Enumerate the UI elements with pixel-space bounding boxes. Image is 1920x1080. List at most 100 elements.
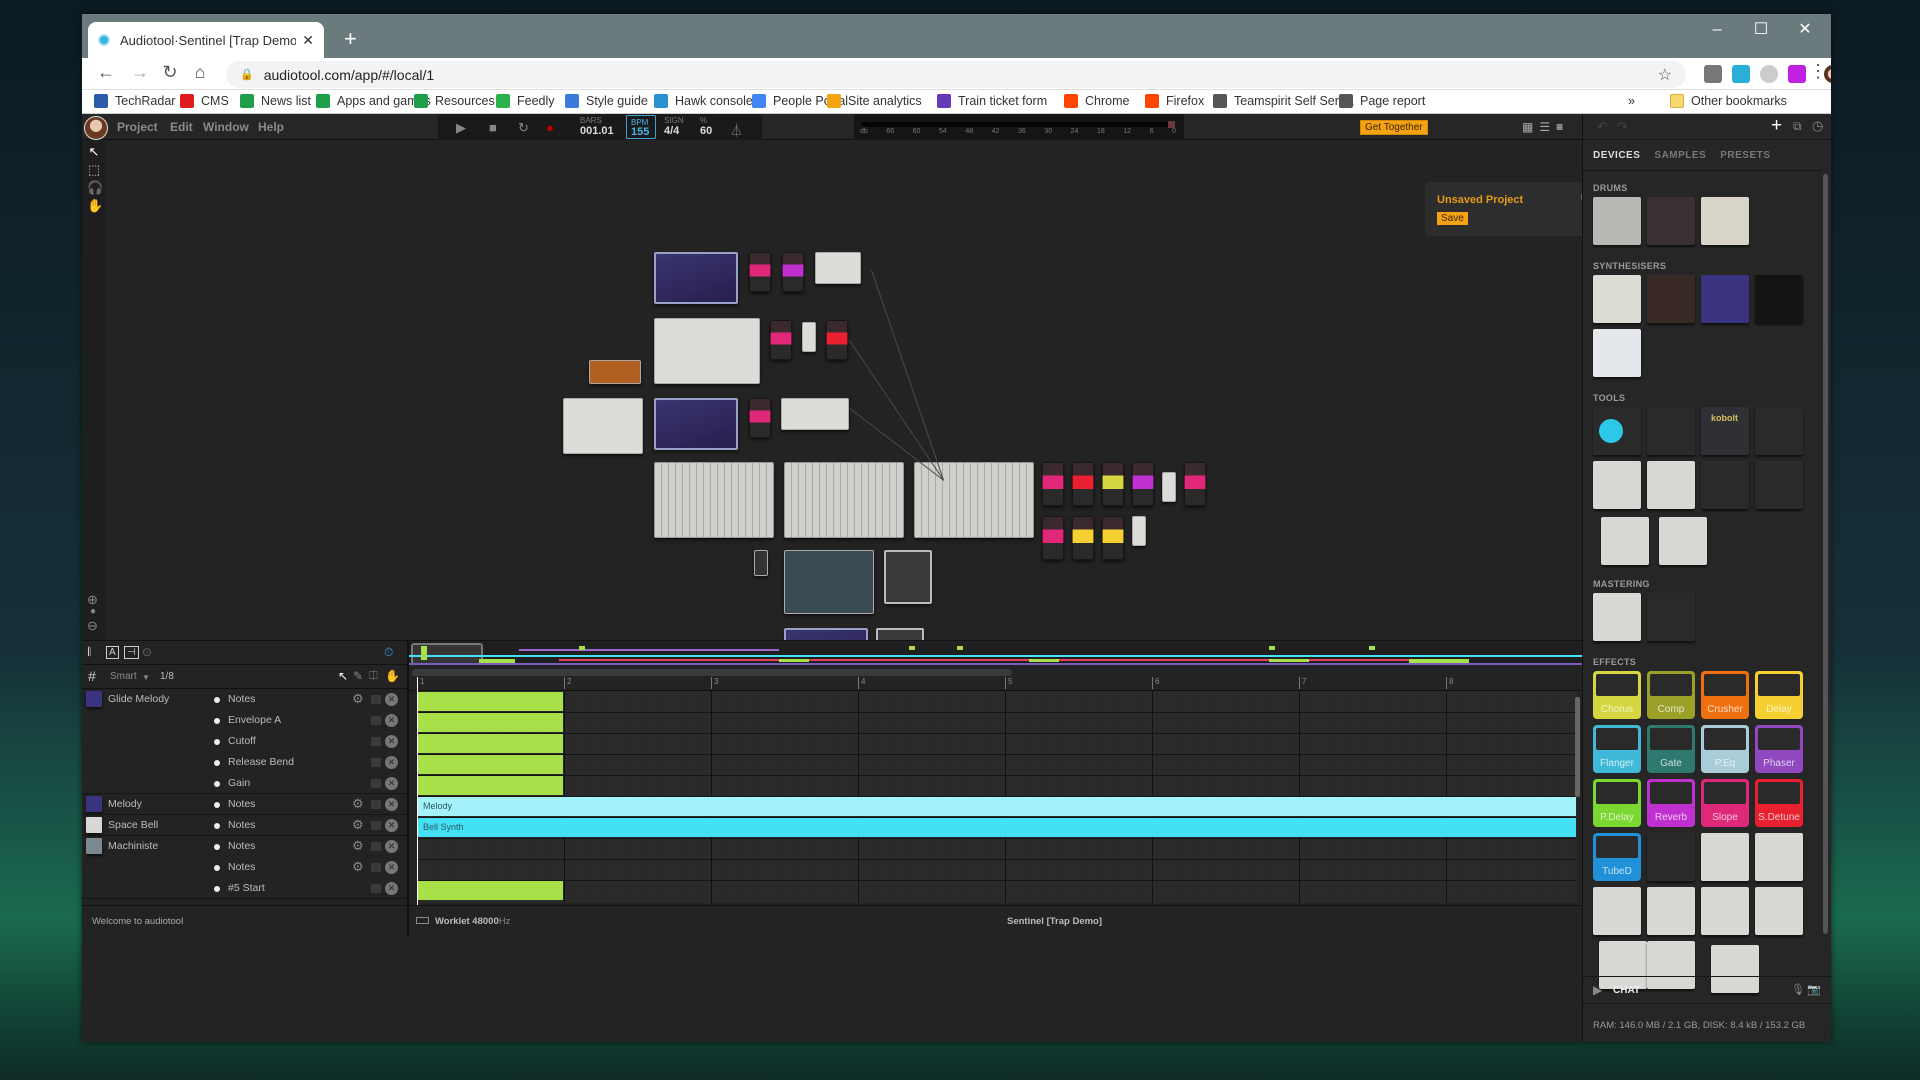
- pedal-d[interactable]: [1132, 462, 1154, 506]
- crossfader-left-tile[interactable]: [1701, 461, 1749, 509]
- grid-icon[interactable]: #: [88, 668, 96, 684]
- extension-target-icon[interactable]: [1760, 65, 1778, 83]
- minimixer-master-tile[interactable]: [1593, 593, 1641, 641]
- menu-window[interactable]: Window: [203, 120, 249, 134]
- pulverisateur-tile[interactable]: [1593, 275, 1641, 323]
- url-field[interactable]: 🔒 audiotool.com/app/#/local/1 ☆: [226, 61, 1686, 88]
- undo-icon[interactable]: ↶: [1597, 119, 1608, 135]
- compressor-tile[interactable]: [1701, 887, 1749, 935]
- new-tab-button[interactable]: +: [344, 26, 357, 52]
- bookmark-item[interactable]: Feedly: [496, 94, 555, 108]
- track-row[interactable]: Space Bell Notes ⚙ ✕: [82, 815, 407, 836]
- pedal-a[interactable]: [1042, 462, 1064, 506]
- remove-track-icon[interactable]: ✕: [385, 798, 398, 811]
- pulsar-synth[interactable]: [654, 318, 760, 384]
- heisenberg-synth-2[interactable]: [654, 398, 738, 450]
- machiniste[interactable]: [784, 550, 874, 614]
- bookmark-star-icon[interactable]: ☆: [1658, 65, 1672, 85]
- remove-track-icon[interactable]: ✕: [385, 882, 398, 895]
- mastering-device[interactable]: [563, 398, 643, 454]
- note-region[interactable]: [418, 692, 563, 711]
- save-button[interactable]: Save: [1437, 212, 1468, 225]
- maximize-button[interactable]: ☐: [1738, 18, 1784, 42]
- white-device[interactable]: [815, 252, 861, 284]
- bookmark-item[interactable]: Style guide: [565, 94, 648, 108]
- headphones-tool-icon[interactable]: 🎧: [87, 180, 103, 196]
- tab-presets[interactable]: PRESETS: [1720, 150, 1770, 161]
- pedal-b[interactable]: [1072, 462, 1094, 506]
- clip-region[interactable]: Melody: [418, 797, 1576, 816]
- mute-toggle[interactable]: [371, 716, 381, 725]
- bpm-box[interactable]: BPM 155: [626, 115, 656, 139]
- mute-toggle[interactable]: [371, 737, 381, 746]
- track-row[interactable]: Notes ⚙ ✕: [82, 857, 407, 878]
- vocoder-tile[interactable]: [1755, 887, 1803, 935]
- effect-tile[interactable]: P.Eq: [1701, 725, 1749, 773]
- remove-track-icon[interactable]: ✕: [385, 756, 398, 769]
- bookmark-item[interactable]: Train ticket form: [937, 94, 1047, 108]
- loop-button[interactable]: ↻: [518, 120, 529, 136]
- bookmark-item[interactable]: Resources: [414, 94, 495, 108]
- bars-value[interactable]: 001.01: [580, 125, 614, 137]
- clip-region[interactable]: Bell Synth: [418, 818, 1576, 837]
- timeline-hscroll[interactable]: [412, 669, 1012, 676]
- menu-project[interactable]: Project: [117, 120, 158, 134]
- mute-toggle[interactable]: [371, 779, 381, 788]
- forward-button[interactable]: →: [128, 62, 152, 83]
- beatbox-device-tile[interactable]: [1647, 197, 1695, 245]
- eq-curve-tile[interactable]: [1755, 833, 1803, 881]
- pedal-e[interactable]: [1184, 462, 1206, 506]
- gear-icon[interactable]: ⚙: [352, 859, 364, 875]
- pedal-detune[interactable]: [826, 320, 848, 360]
- machiniste-device-tile[interactable]: [1593, 197, 1641, 245]
- pedal-reverb[interactable]: [782, 252, 804, 292]
- small-rack-2[interactable]: [1162, 472, 1176, 502]
- knob-tile[interactable]: [1659, 517, 1707, 565]
- note-region[interactable]: [418, 776, 563, 795]
- effect-tile[interactable]: Delay: [1755, 671, 1803, 719]
- zoom-reset-icon[interactable]: ●: [90, 606, 96, 617]
- pencil-tool-icon[interactable]: ✎: [353, 669, 363, 683]
- remove-track-icon[interactable]: ✕: [385, 861, 398, 874]
- view-list-icon[interactable]: ☰: [1539, 120, 1550, 134]
- extension-camel-icon[interactable]: [1704, 65, 1722, 83]
- remove-track-icon[interactable]: ✕: [385, 735, 398, 748]
- effect-tile[interactable]: S.Detune: [1755, 779, 1803, 827]
- track-row[interactable]: Melody Notes ⚙ ✕: [82, 794, 407, 815]
- camera-icon[interactable]: 📷: [1807, 983, 1821, 996]
- panel-scrollbar[interactable]: [1823, 174, 1828, 934]
- arrange-icon[interactable]: ⧉: [1793, 119, 1802, 134]
- extension-e-icon[interactable]: [1788, 65, 1806, 83]
- mute-toggle[interactable]: [371, 863, 381, 872]
- space-bell-tile[interactable]: [1593, 329, 1641, 377]
- remove-track-icon[interactable]: ✕: [385, 693, 398, 706]
- waveshaper-tile[interactable]: [1647, 887, 1695, 935]
- mute-toggle[interactable]: [371, 758, 381, 767]
- reload-button[interactable]: ↻: [158, 62, 182, 83]
- kobolt-tile[interactable]: [1647, 407, 1695, 455]
- metronome-icon[interactable]: ⏃: [730, 120, 743, 139]
- heisenberg-synth[interactable]: [654, 252, 738, 304]
- chrome-menu-icon[interactable]: ⋮: [1806, 61, 1830, 82]
- close-window-button[interactable]: ✕: [1782, 18, 1828, 42]
- spectrum-tile[interactable]: [1647, 593, 1695, 641]
- tube-device[interactable]: [589, 360, 641, 384]
- follow-icon[interactable]: ⊙: [142, 645, 152, 659]
- mute-toggle[interactable]: [371, 821, 381, 830]
- play-button[interactable]: ▶: [456, 120, 466, 136]
- quad-knob-tile[interactable]: [1601, 517, 1649, 565]
- mixer-3[interactable]: [914, 462, 1034, 538]
- bookmark-item[interactable]: Firefox: [1145, 94, 1204, 108]
- crossfader-right-tile[interactable]: [1755, 461, 1803, 509]
- pedal-f[interactable]: [1042, 516, 1064, 560]
- bassline-tile[interactable]: [1647, 275, 1695, 323]
- close-tab-icon[interactable]: ✕: [302, 32, 314, 49]
- zoom-out-icon[interactable]: ⊖: [87, 618, 98, 634]
- audio-track-icon[interactable]: ⊣: [124, 646, 139, 659]
- curve-device[interactable]: [781, 398, 849, 430]
- automation-icon[interactable]: A: [106, 646, 119, 659]
- mute-toggle[interactable]: [371, 842, 381, 851]
- chat-bar[interactable]: ▶ CHAT 🎙 📷: [1583, 976, 1831, 1004]
- effect-tile[interactable]: P.Delay: [1593, 779, 1641, 827]
- other-bookmarks-folder[interactable]: Other bookmarks: [1670, 94, 1787, 108]
